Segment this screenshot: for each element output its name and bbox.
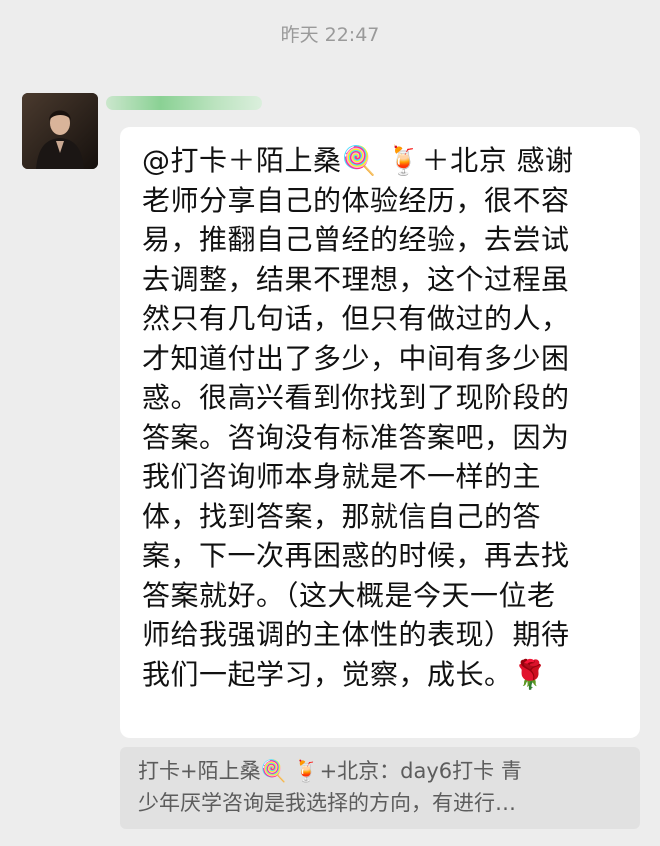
avatar-photo	[22, 93, 98, 169]
message-bubble[interactable]: @打卡＋陌上桑🍭 🍹＋北京 感谢 老师分享自己的体验经历，很不容 易，推翻自己曾…	[120, 127, 640, 738]
message-timestamp: 昨天 22:47	[280, 24, 380, 46]
quoted-message-text: 打卡+陌上桑🍭 🍹+北京：day6打卡 青 少年厌学咨询是我选择的方向，有进行…	[138, 759, 522, 815]
sender-name-redacted	[106, 96, 262, 110]
quoted-message[interactable]: 打卡+陌上桑🍭 🍹+北京：day6打卡 青 少年厌学咨询是我选择的方向，有进行…	[120, 747, 640, 829]
sender-avatar[interactable]	[22, 93, 98, 169]
message-text: @打卡＋陌上桑🍭 🍹＋北京 感谢 老师分享自己的体验经历，很不容 易，推翻自己曾…	[142, 144, 574, 691]
